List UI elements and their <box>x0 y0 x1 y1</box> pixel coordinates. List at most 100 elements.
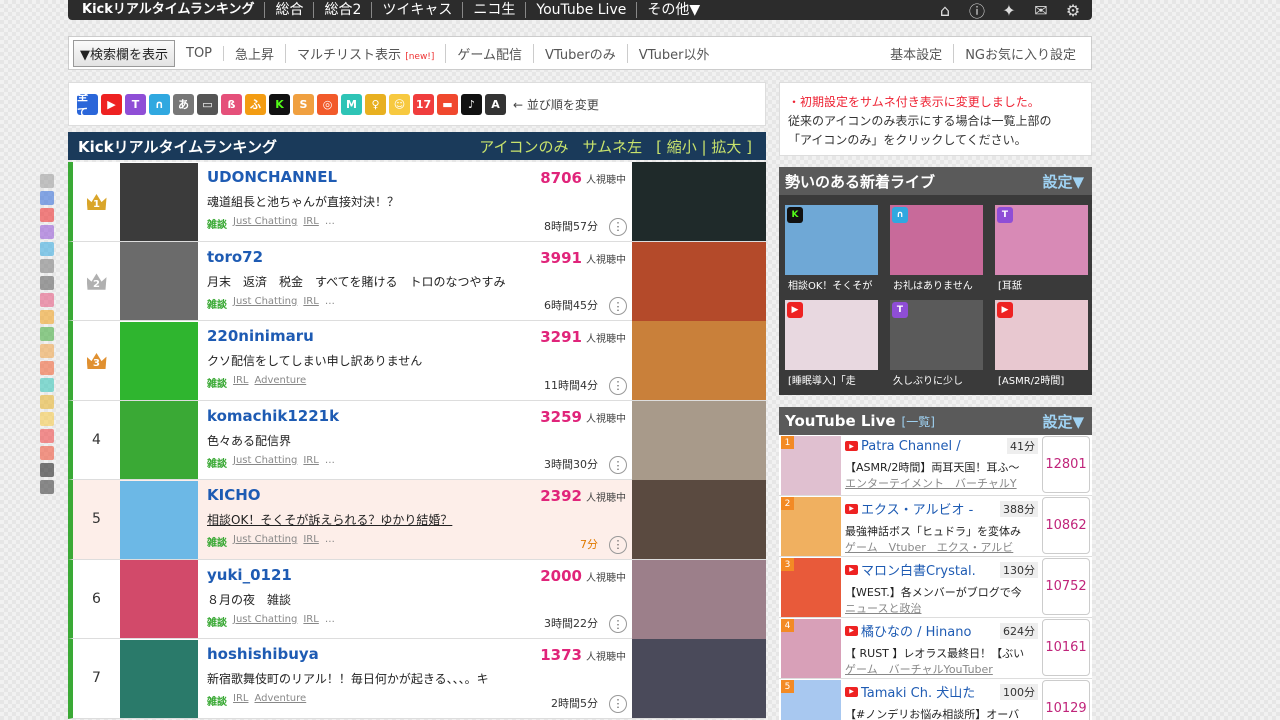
youtube-live-item[interactable]: 1 ▶ Patra Channel / 41分 【ASMR/2時間】両耳天国！耳ふ〜 エン… <box>779 435 1092 496</box>
whowatch-icon[interactable]: あ <box>173 93 194 115</box>
nav-twitcasting[interactable]: ツイキャス <box>372 2 464 18</box>
new-live-card[interactable]: ▶ [睡眠導入]「走 <box>785 300 878 387</box>
twitch-icon[interactable]: T <box>125 93 146 115</box>
seventeen-side-icon[interactable] <box>40 429 54 443</box>
line-live-side-icon[interactable] <box>40 446 54 460</box>
twitter-icon[interactable]: ✦ <box>998 1 1020 20</box>
gear-icon[interactable]: ⚙ <box>1062 1 1084 20</box>
zoom-option[interactable]: [ 縮小 | 拡大 ] <box>656 136 752 157</box>
streamer-avatar[interactable] <box>120 560 198 638</box>
youtube-title[interactable]: 【WEST.】各メンバーがブログで今 <box>845 584 1038 600</box>
stream-thumbnail[interactable] <box>632 480 766 559</box>
furu-side-icon[interactable] <box>40 310 54 324</box>
category-tag[interactable]: IRL <box>303 296 318 311</box>
genre-tag[interactable]: 雑談 <box>207 693 227 708</box>
youtube-category[interactable]: ゲーム バーチャルYouTuber <box>845 661 1038 677</box>
category-tag[interactable]: … <box>325 296 335 311</box>
new-live-card[interactable]: ▶ [ASMR/2時間] <box>995 300 1088 387</box>
category-tag[interactable]: Adventure <box>254 375 306 390</box>
genre-tag[interactable]: 雑談 <box>207 296 227 311</box>
17live-side-icon[interactable] <box>40 361 54 375</box>
new-live-card[interactable]: T [耳舐 <box>995 205 1088 292</box>
stream-title[interactable]: 魂道組長と池ちゃんが直接対決！？ <box>207 193 624 210</box>
channel-name[interactable]: マロン白書Crystal. <box>861 560 976 579</box>
category-tag[interactable]: IRL <box>303 614 318 629</box>
seventeen-icon[interactable]: 17 <box>413 93 434 115</box>
youtube-live-more-link[interactable]: [一覧] <box>902 413 935 430</box>
menu-multilist[interactable]: マルチリスト表示 [new!] <box>286 43 447 63</box>
youtube-live-item[interactable]: 4 ▶ 橘ひなの / Hinano 624分【 RUST 】レオラス最終日！【ぶい ゲー… <box>779 618 1092 679</box>
stream-title[interactable]: 相談OK！そくそが訴えられる？ゆかり結婚？ <box>207 511 624 528</box>
new-live-card[interactable]: ∩ お礼はありません <box>890 205 983 292</box>
category-tag[interactable]: … <box>325 216 335 231</box>
tiktok-icon[interactable]: ♪ <box>461 93 482 115</box>
category-tag[interactable]: IRL <box>303 455 318 470</box>
showroom-icon[interactable]: S <box>293 93 314 115</box>
youtube-side-icon[interactable] <box>40 208 54 222</box>
icon-only-option[interactable]: アイコンのみ <box>479 136 568 157</box>
edit-icon[interactable] <box>40 174 54 188</box>
all-icon[interactable]: 全て <box>77 90 98 119</box>
pococha-side-icon[interactable] <box>40 412 54 426</box>
channel-name[interactable]: エクス・アルビオ - <box>861 499 973 518</box>
nav-other[interactable]: その他▼ <box>637 2 710 18</box>
category-tag[interactable]: IRL <box>233 375 248 390</box>
youtube-category[interactable]: エンターテイメント バーチャルY <box>845 475 1038 491</box>
kick-side-icon[interactable] <box>40 327 54 341</box>
new-live-card[interactable]: T 久しぶりに少し <box>890 300 983 387</box>
whowatch-side-icon[interactable] <box>40 259 54 273</box>
bulb-icon[interactable]: ♀ <box>365 93 386 115</box>
category-tag[interactable]: … <box>325 455 335 470</box>
channel-name[interactable]: Patra Channel / <box>861 439 961 454</box>
genre-tag[interactable]: 雑談 <box>207 614 227 629</box>
menu-top[interactable]: TOP <box>175 45 225 61</box>
mail-icon[interactable]: ✉ <box>1030 1 1052 20</box>
nav-sougou[interactable]: 総合 <box>265 2 315 18</box>
new-live-setting-button[interactable]: 設定▼ <box>1042 171 1092 192</box>
menu-non-vtuber[interactable]: VTuber以外 <box>628 44 721 63</box>
menu-game[interactable]: ゲーム配信 <box>446 43 535 63</box>
twitcasting-side-icon[interactable] <box>40 480 54 494</box>
nav-kick-ranking[interactable]: Kickリアルタイムランキング <box>82 2 266 18</box>
youtube-icon[interactable]: ▶ <box>101 93 122 115</box>
menu-vtuber-only[interactable]: VTuberのみ <box>534 43 628 63</box>
more-options-icon[interactable]: ⋮ <box>609 456 627 474</box>
sort-order-link[interactable]: ← 並び順を変更 <box>513 96 599 113</box>
stream-title[interactable]: 新宿歌舞伎町のリアル！！毎日何かが起きる、、、。キ <box>207 670 624 687</box>
streamer-avatar[interactable] <box>120 321 198 400</box>
category-tag[interactable]: … <box>325 534 335 549</box>
mildom-icon[interactable]: ß <box>221 93 242 115</box>
youtube-title[interactable]: 【ASMR/2時間】両耳天国！耳ふ〜 <box>845 459 1038 475</box>
category-tag[interactable]: Just Chatting <box>233 296 297 311</box>
stream-thumbnail[interactable] <box>632 639 766 718</box>
niconico-side-icon[interactable] <box>40 276 54 290</box>
category-tag[interactable]: IRL <box>233 693 248 708</box>
youtube-title[interactable]: 【#ノンデリお悩み相談所】オーバ <box>845 706 1038 720</box>
ranking-row[interactable]: 4 komachik1221k 3259 人視聴中 色々ある配信界 雑談 Just Chat… <box>68 400 766 480</box>
stream-thumbnail[interactable] <box>632 241 766 321</box>
mirrativ-side-icon[interactable] <box>40 378 54 392</box>
ranking-row[interactable]: 6 yuki_0121 2000 人視聴中 ８月の夜 雑談 雑談 Just Chatting… <box>68 559 766 639</box>
category-tag[interactable]: Just Chatting <box>233 216 297 231</box>
ranking-row[interactable]: 3 220ninimaru 3291 人視聴中 クソ配信をしてしまい申し訳ありません 雑談… <box>68 321 766 401</box>
channel-name[interactable]: Tamaki Ch. 犬山た <box>861 682 975 701</box>
stream-thumbnail[interactable] <box>632 321 766 400</box>
17live-circle-icon[interactable]: ◎ <box>317 93 338 115</box>
category-tag[interactable]: IRL <box>303 216 318 231</box>
new-live-card[interactable]: K 相談OK！そくそが <box>785 205 878 292</box>
mildom-side-icon[interactable] <box>40 293 54 307</box>
ranking-row[interactable]: 5 KICHO 2392 人視聴中 相談OK！そくそが訴えられる？ゆかり結婚？ 雑談 Jus… <box>68 480 766 560</box>
category-tag[interactable]: Just Chatting <box>233 455 297 470</box>
stream-title[interactable]: クソ配信をしてしまい申し訳ありません <box>207 352 624 369</box>
stream-thumbnail[interactable] <box>632 400 766 480</box>
youtube-category[interactable]: ニュースと政治 <box>845 600 1038 616</box>
more-options-icon[interactable]: ⋮ <box>609 535 627 554</box>
showroom-side-icon[interactable] <box>40 344 54 358</box>
menu-ng-favorites[interactable]: NGお気に入り設定 <box>954 44 1087 63</box>
category-tag[interactable]: … <box>325 614 335 629</box>
thumb-left-option[interactable]: サムネ左 <box>582 136 642 157</box>
pococha-icon[interactable]: ☺ <box>389 93 410 115</box>
category-tag[interactable]: Just Chatting <box>233 534 297 549</box>
stream-title[interactable]: 色々ある配信界 <box>207 432 624 449</box>
youtube-live-item[interactable]: 2 ▶ エクス・アルビオ - 388分 最強神話ボス「ヒュドラ」を変体み ゲーム Vtub… <box>779 496 1092 557</box>
